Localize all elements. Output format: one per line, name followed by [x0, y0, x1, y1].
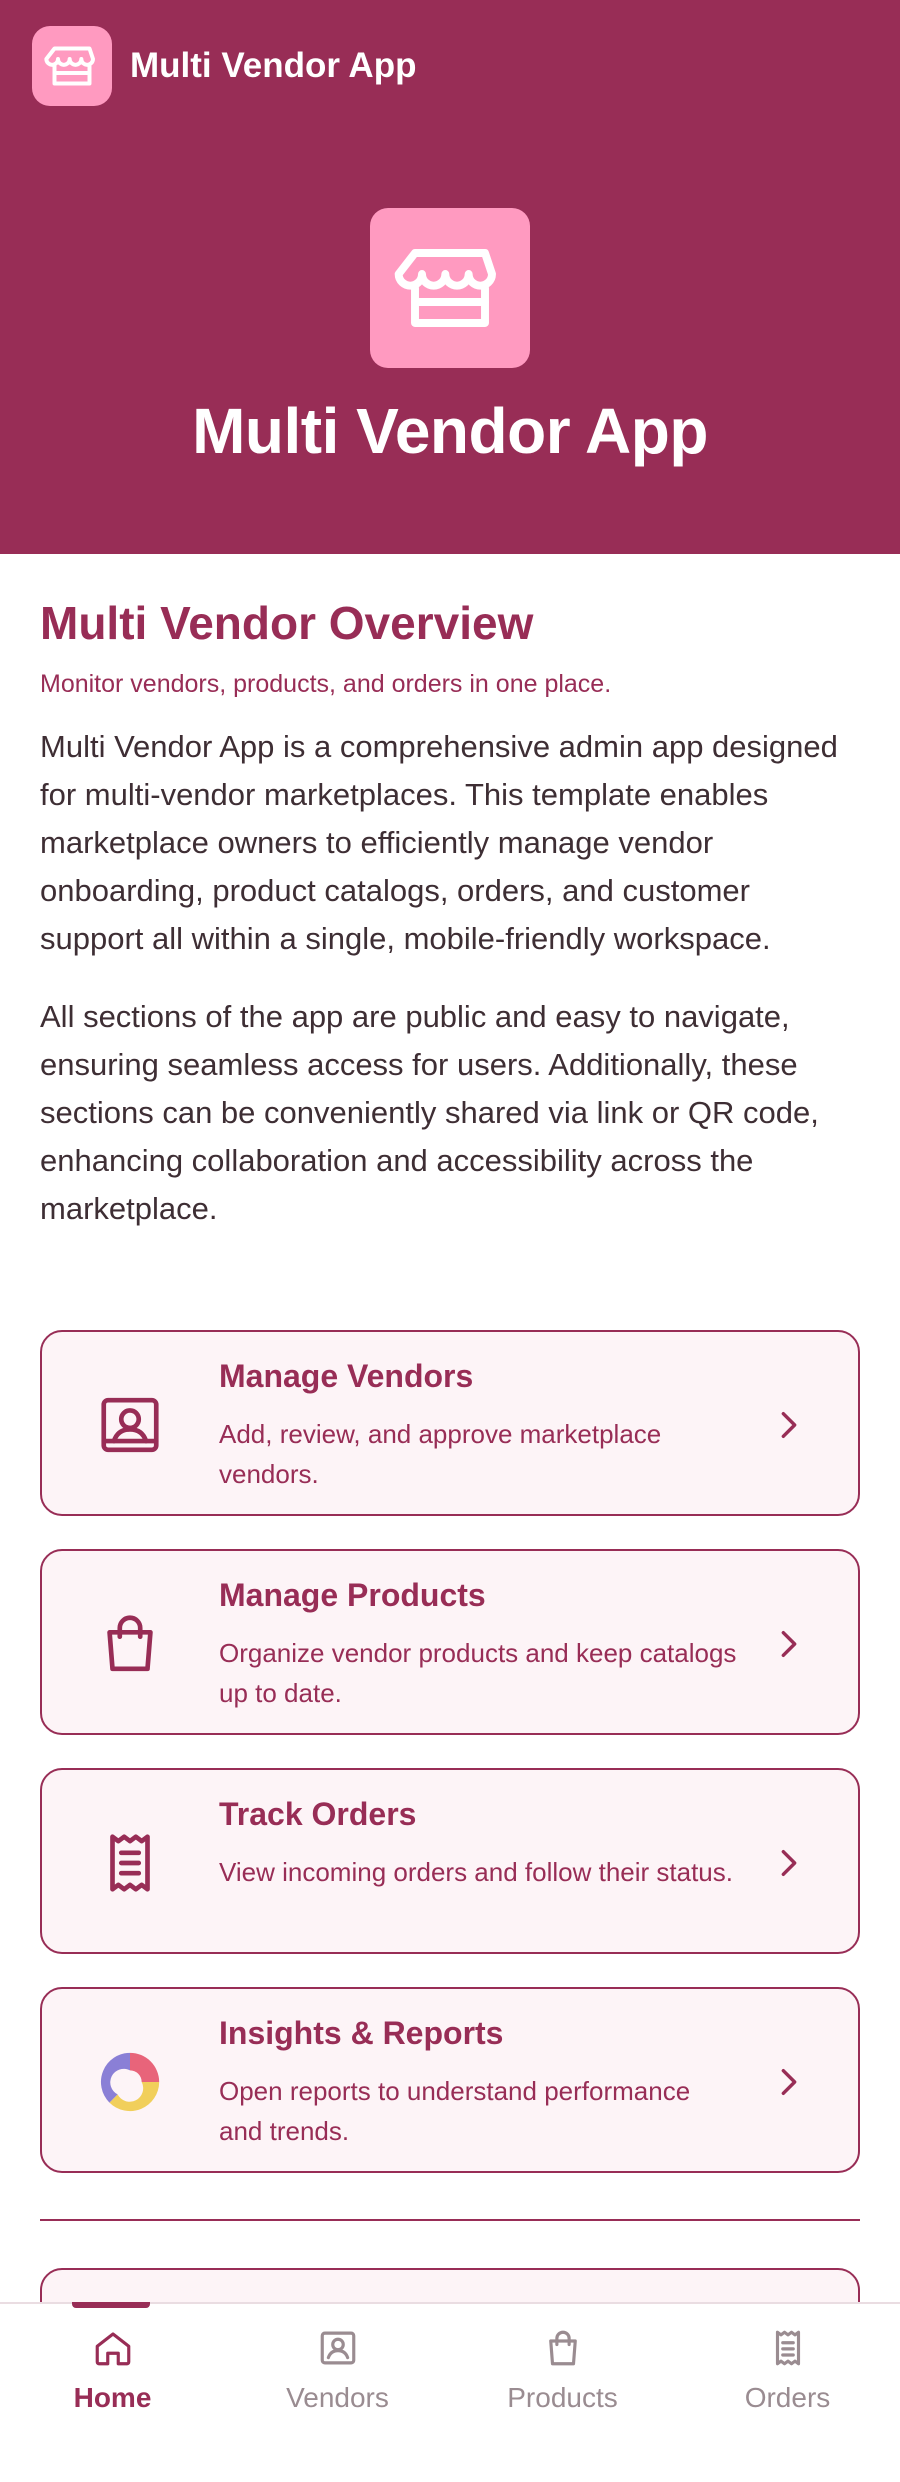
nav-item-orders[interactable]: Orders [675, 2304, 900, 2482]
nav-item-vendors[interactable]: Vendors [225, 2304, 450, 2482]
nav-item-products[interactable]: Products [450, 2304, 675, 2482]
storefront-icon [32, 26, 112, 106]
top-app-bar: Multi Vendor App [0, 0, 900, 132]
track-orders-card[interactable]: Track Orders View incoming orders and fo… [40, 1768, 860, 1954]
card-description: View incoming orders and follow their st… [219, 1857, 733, 1887]
overview-subtitle: Monitor vendors, products, and orders in… [40, 670, 612, 698]
active-tab-indicator [72, 2302, 150, 2308]
nav-label: Products [507, 2382, 618, 2413]
manage-products-card[interactable]: Manage Products Organize vendor products… [40, 1549, 860, 1735]
card-title: Manage Products [219, 1577, 486, 1613]
nav-label: Vendors [286, 2382, 389, 2413]
chevron-right-icon [764, 1400, 814, 1450]
card-title: Track Orders [219, 1796, 417, 1832]
overview-section: Multi Vendor Overview Monitor vendors, p… [40, 554, 860, 1233]
card-description: Add, review, and approve marketplace ven… [219, 1419, 662, 1489]
nav-item-home[interactable]: Home [0, 2304, 225, 2482]
vendor-profile-icon [92, 1387, 168, 1463]
manage-vendors-card[interactable]: Manage Vendors Add, review, and approve … [40, 1330, 860, 1516]
card-title: Manage Vendors [219, 1358, 474, 1394]
nav-label: Orders [744, 2382, 831, 2413]
nav-label: Home [73, 2382, 152, 2413]
card-description: Organize vendor products and keep catalo… [219, 1638, 737, 1708]
app-title: Multi Vendor App [130, 46, 417, 85]
overview-paragraph: Multi Vendor App is a comprehensive admi… [40, 729, 838, 956]
home-icon [91, 2326, 135, 2370]
chevron-right-icon [764, 1838, 814, 1888]
card-title: Insights & Reports [219, 2015, 504, 2051]
chevron-right-icon [764, 2057, 814, 2107]
insights-reports-card[interactable]: Insights & Reports Open reports to under… [40, 1987, 860, 2173]
section-divider [40, 2219, 860, 2221]
chevron-right-icon [764, 1619, 814, 1669]
receipt-icon [766, 2326, 810, 2370]
vendor-profile-icon [316, 2326, 360, 2370]
hero-title: Multi Vendor App [192, 395, 708, 467]
action-cards: Manage Vendors Add, review, and approve … [40, 1330, 860, 2206]
storefront-icon [370, 208, 530, 368]
shopping-bag-icon [92, 1606, 168, 1682]
card-description: Open reports to understand performance a… [219, 2076, 691, 2146]
receipt-icon [92, 1825, 168, 1901]
shopping-bag-icon [541, 2326, 585, 2370]
overview-title: Multi Vendor Overview [40, 597, 534, 649]
hero-banner: Multi Vendor App [0, 132, 900, 554]
bottom-navigation: Home Vendors Products Orders [0, 2302, 900, 2482]
pie-chart-icon [92, 2044, 168, 2120]
overview-paragraph: All sections of the app are public and e… [40, 999, 819, 1226]
